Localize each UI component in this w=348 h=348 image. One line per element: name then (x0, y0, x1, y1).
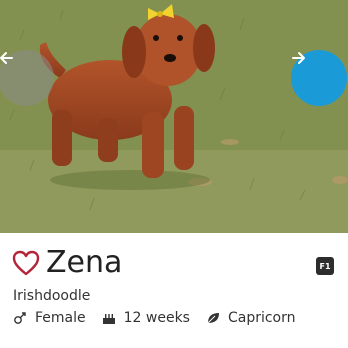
next-photo-button[interactable] (291, 50, 347, 106)
gender-item: Female (13, 310, 86, 326)
arrow-left-icon (0, 52, 13, 64)
puppy-name: Zena (46, 245, 123, 280)
meta-row: Female 12 weeks Capricorn (13, 310, 312, 326)
arrow-right-icon (292, 52, 305, 64)
zodiac-value: Capricorn (227, 310, 296, 326)
age-item: 12 weeks (102, 310, 190, 326)
leaf-icon (207, 313, 219, 324)
gender-icon (14, 312, 26, 324)
breed-label: Irishdoodle (13, 288, 91, 304)
heart-icon[interactable] (12, 250, 40, 276)
zodiac-item: Capricorn (206, 310, 296, 326)
puppy-image (0, 0, 348, 233)
previous-photo-button[interactable] (0, 50, 54, 106)
generation-badge: F1 (316, 257, 334, 275)
listing-info: Zena F1 Irishdoodle Female 12 weeks Capr… (0, 233, 348, 348)
gender-value: Female (35, 310, 86, 326)
puppy-photo[interactable] (0, 0, 348, 233)
age-value: 12 weeks (123, 310, 190, 326)
cake-icon (102, 314, 115, 324)
title-row: Zena (12, 245, 122, 281)
